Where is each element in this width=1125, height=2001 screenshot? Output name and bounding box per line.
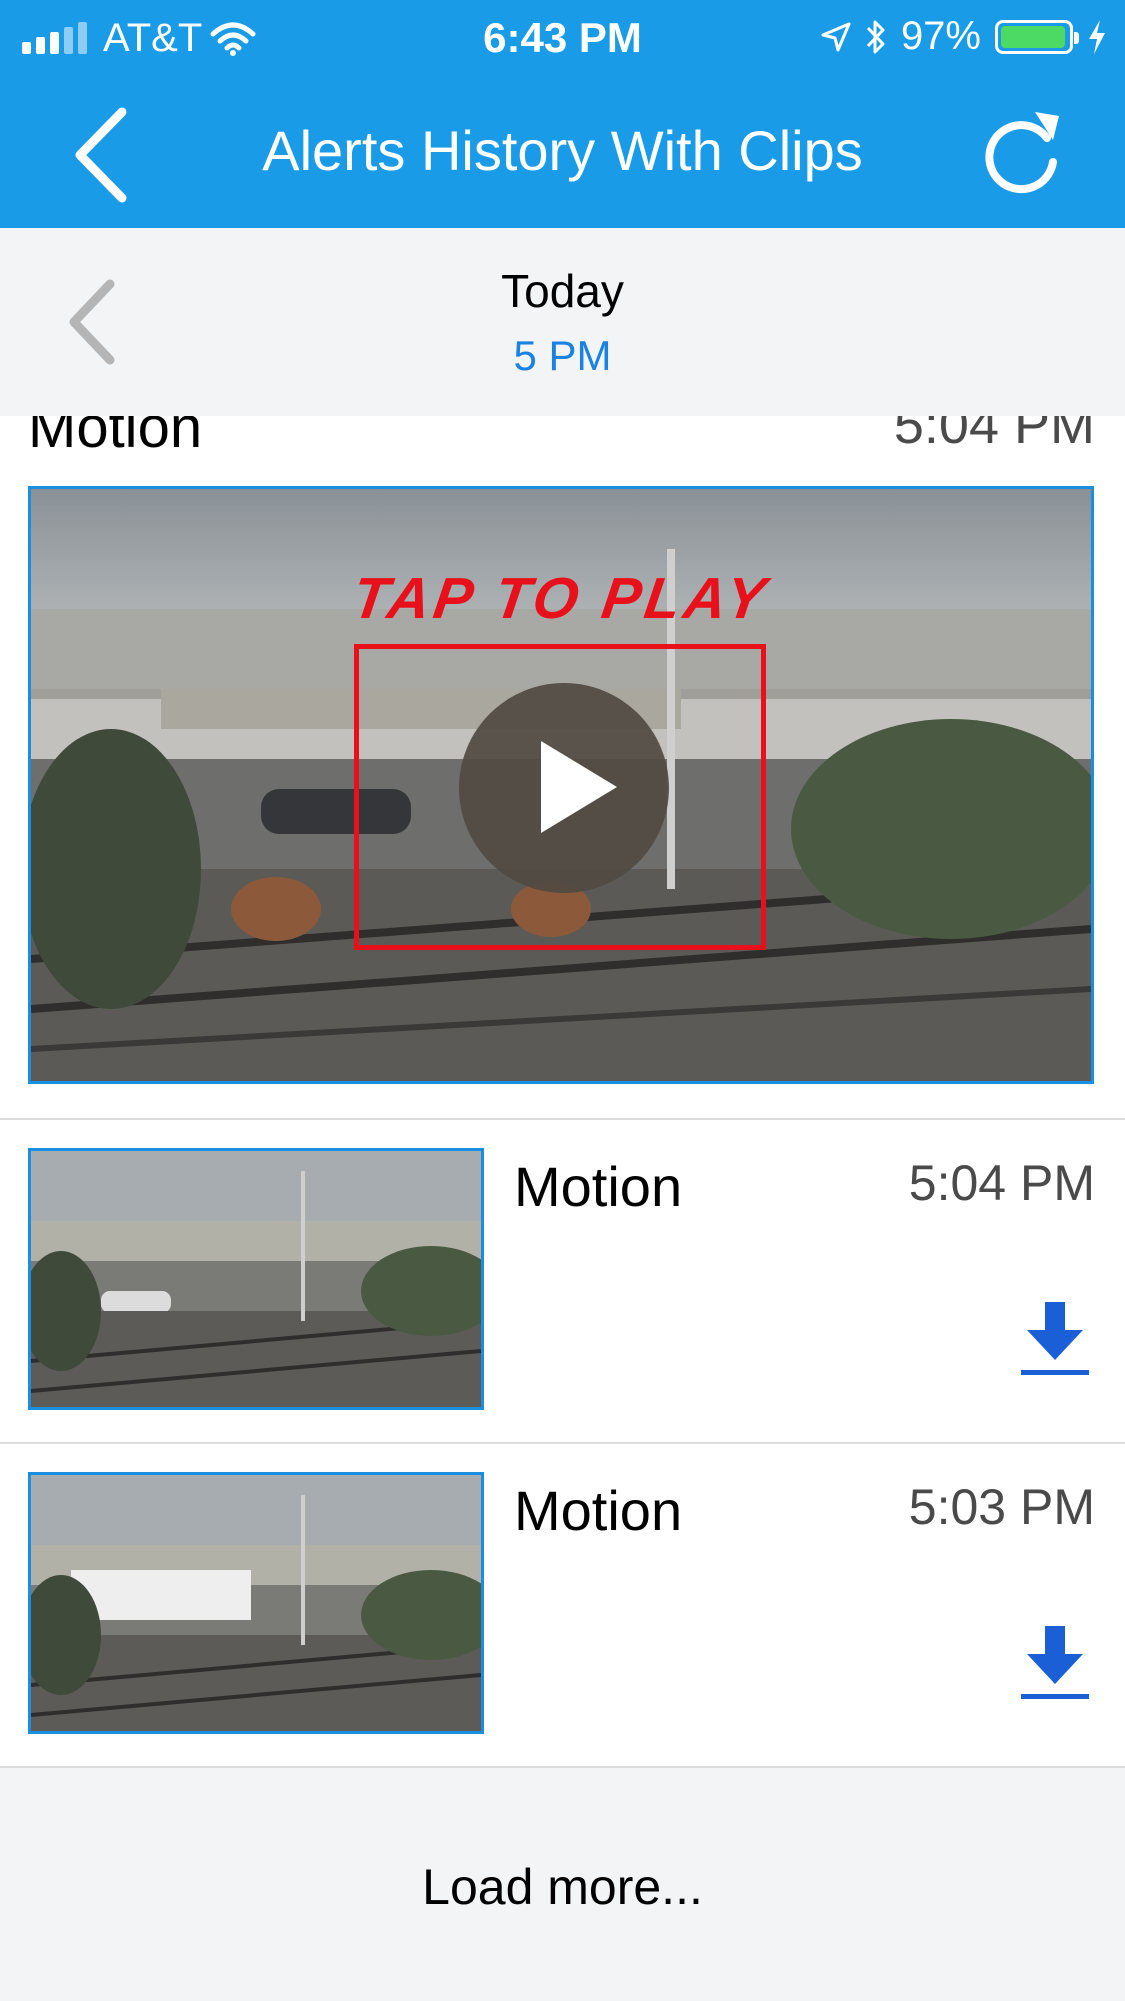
date-header: Today 5 PM	[0, 228, 1125, 416]
nav-bar: Alerts History With Clips	[0, 80, 1125, 228]
page-title: Alerts History With Clips	[262, 119, 863, 182]
load-more-button[interactable]: Load more...	[0, 1768, 1125, 2001]
location-arrow-icon	[821, 22, 851, 51]
clip-thumbnail[interactable]	[28, 1148, 484, 1410]
download-icon[interactable]	[1019, 1302, 1091, 1378]
play-icon[interactable]	[459, 683, 669, 893]
load-more-label: Load more...	[422, 1859, 703, 1915]
list-item[interactable]: Motion 5:03 PM	[0, 1444, 1125, 1764]
bolt-icon	[1089, 19, 1105, 54]
status-right: 97%	[821, 14, 1107, 59]
clip-thumbnail[interactable]	[28, 1472, 484, 1734]
alert-time: 5:03 PM	[908, 1479, 1095, 1535]
camera-thumbnail-image	[31, 1151, 481, 1407]
date-day: Today	[501, 265, 624, 317]
date-hour[interactable]: 5 PM	[0, 332, 1125, 380]
alert-time: 5:04 PM	[908, 1155, 1095, 1211]
list-item[interactable]: Motion 5:04 PM	[0, 1120, 1125, 1440]
refresh-button[interactable]	[973, 102, 1073, 206]
top-bar: AT&T 6:43 PM 97% Alerts History With Cli…	[0, 0, 1125, 228]
battery-fill	[1001, 25, 1066, 48]
battery-percent: 97%	[900, 14, 981, 58]
alert-label: Motion	[514, 1479, 683, 1542]
bluetooth-icon	[866, 20, 885, 53]
featured-video-player[interactable]: TAP TO PLAY	[28, 486, 1094, 1084]
tap-to-play-hint: TAP TO PLAY	[348, 566, 774, 631]
camera-thumbnail-image	[31, 1475, 481, 1731]
battery-icon	[995, 19, 1079, 54]
alert-label: Motion	[514, 1155, 683, 1218]
status-bar: AT&T 6:43 PM 97%	[0, 0, 1125, 80]
download-icon[interactable]	[1019, 1626, 1091, 1702]
